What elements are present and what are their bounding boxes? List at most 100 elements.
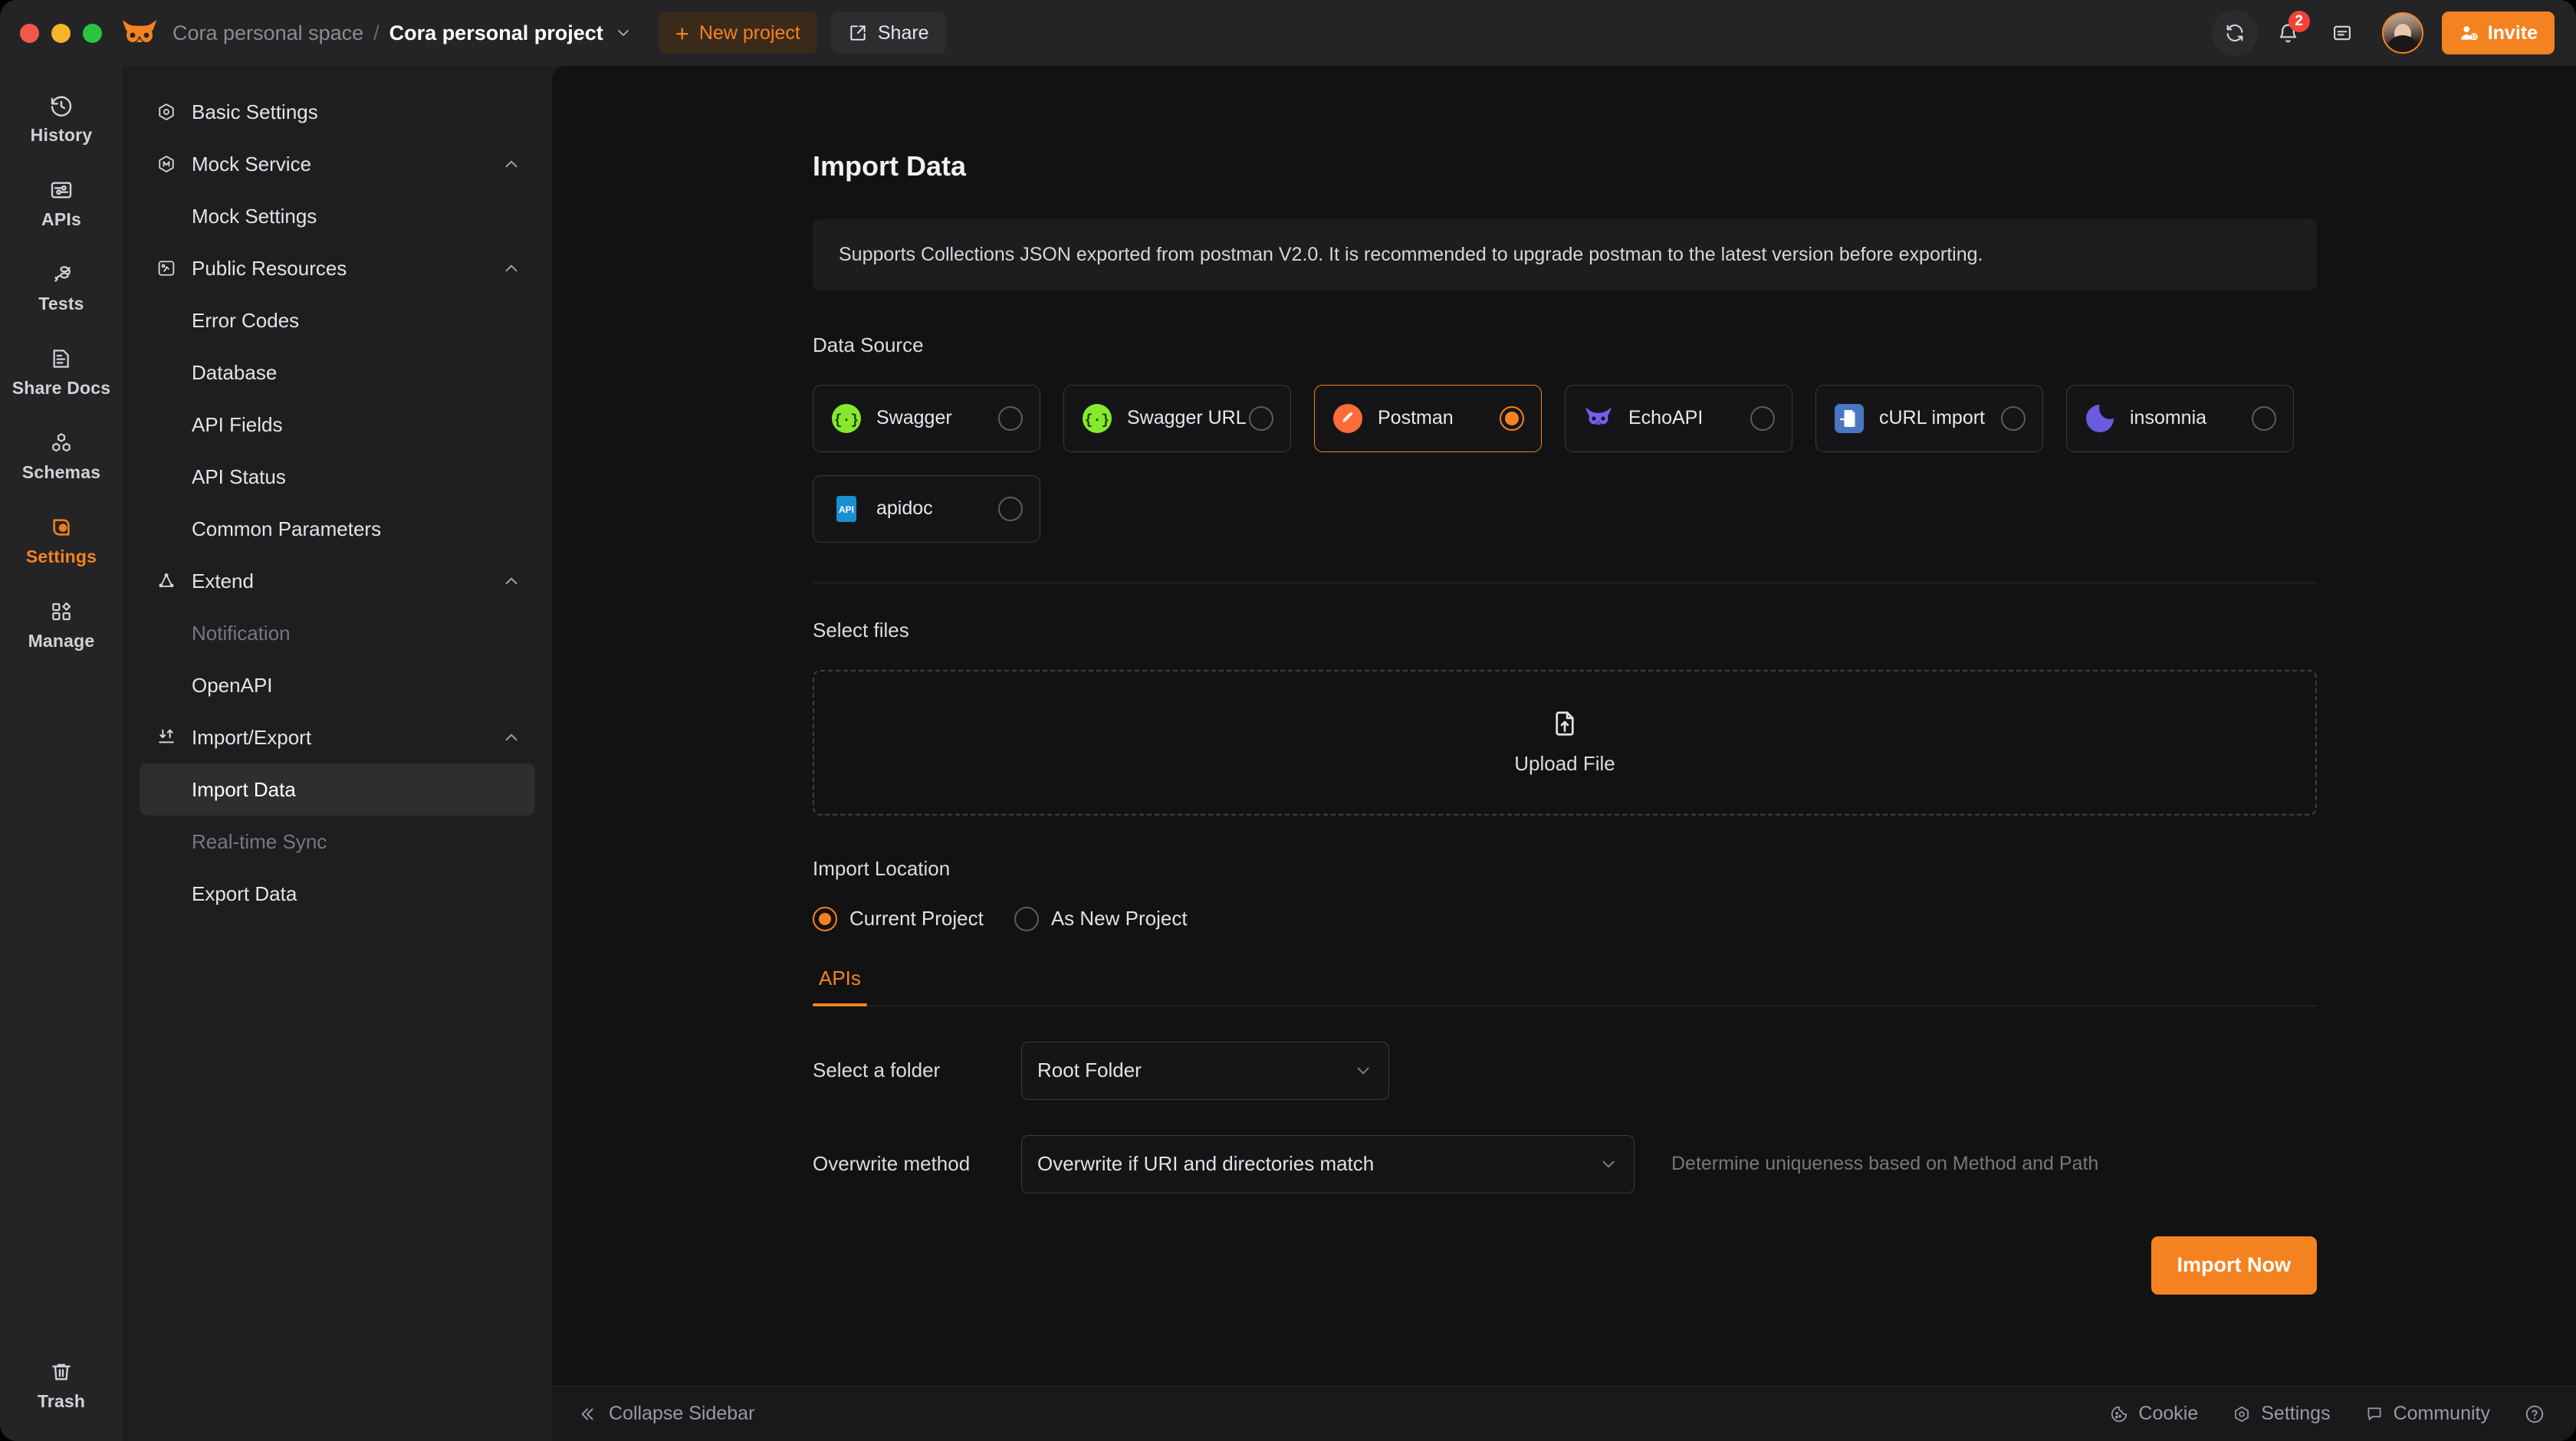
folder-select[interactable]: Root Folder (1021, 1041, 1389, 1100)
insomnia-icon (2084, 402, 2116, 435)
docs-panel-button[interactable] (2319, 10, 2365, 56)
rail-label-trash: Trash (37, 1391, 86, 1411)
data-source-radio-echoapi[interactable] (1750, 405, 1775, 431)
collapse-sidebar-button[interactable]: Collapse Sidebar (577, 1403, 754, 1425)
breadcrumb-space[interactable]: Cora personal space (172, 21, 363, 45)
cookie-icon (2109, 1404, 2129, 1424)
sidebar-item-openapi[interactable]: OpenAPI (140, 659, 535, 711)
chevron-down-icon[interactable] (616, 25, 631, 41)
import-button-row: Import Now (813, 1236, 2317, 1295)
data-source-radio-swagger[interactable] (998, 405, 1023, 431)
sidebar-label-export-data: Export Data (192, 881, 297, 905)
sidebar-label-notification: Notification (192, 621, 291, 645)
sidebar-item-common-parameters[interactable]: Common Parameters (140, 503, 535, 555)
radio-as-new-project-label: As New Project (1050, 907, 1188, 930)
sidebar-label-extend: Extend (192, 569, 254, 592)
footer-item-cookie[interactable]: Cookie (2109, 1403, 2198, 1425)
manage-shapes-icon (49, 599, 74, 624)
share-button[interactable]: Share (830, 12, 946, 54)
radio-current-project-label: Current Project (849, 907, 984, 930)
postman-icon (1332, 402, 1364, 435)
data-source-card-swagger[interactable]: {·} Swagger (813, 384, 1040, 452)
sidebar-item-export-data[interactable]: Export Data (140, 868, 535, 920)
chevron-down-icon (1598, 1154, 1618, 1174)
footer-item-settings[interactable]: Settings (2232, 1403, 2331, 1425)
collapse-sidebar-label: Collapse Sidebar (609, 1403, 755, 1424)
import-export-icon (153, 727, 179, 748)
data-source-radio-curl-import[interactable] (2001, 405, 2026, 431)
data-source-card-postman[interactable]: Postman (1314, 384, 1542, 452)
data-source-card-insomnia[interactable]: insomnia (2066, 384, 2294, 452)
rail-item-manage[interactable]: Manage (8, 589, 115, 661)
data-source-radio-postman[interactable] (1500, 405, 1524, 431)
data-source-name-curl-import: cURL import (1879, 407, 1985, 428)
data-source-card-apidoc[interactable]: API apidoc (813, 474, 1040, 543)
sidebar-item-public-resources[interactable]: Public Resources (140, 242, 535, 294)
data-source-radio-swagger-url[interactable] (1249, 405, 1273, 431)
content-inner: Import Data Supports Collections JSON ex… (813, 150, 2317, 1295)
data-source-card-echoapi[interactable]: EchoAPI (1565, 384, 1792, 452)
rail-item-trash[interactable]: Trash (8, 1349, 115, 1421)
rail-item-schemas[interactable]: Schemas (8, 420, 115, 492)
sidebar-item-real-time-sync[interactable]: Real-time Sync (140, 816, 535, 868)
breadcrumb-project[interactable]: Cora personal project (389, 21, 603, 45)
sidebar-item-mock-settings[interactable]: Mock Settings (140, 190, 535, 242)
sidebar-item-api-fields[interactable]: API Fields (140, 399, 535, 451)
data-source-radio-apidoc[interactable] (998, 496, 1023, 521)
rail-label-manage: Manage (28, 631, 95, 651)
data-source-radio-insomnia[interactable] (2252, 405, 2276, 431)
data-source-name-apidoc: apidoc (876, 497, 933, 519)
rail-item-history[interactable]: History (8, 83, 115, 155)
sidebar-item-notification[interactable]: Notification (140, 607, 535, 659)
data-source-card-curl-import[interactable]: cURL import (1815, 384, 2043, 452)
sidebar-item-import-export[interactable]: Import/Export (140, 711, 535, 763)
chevron-up-icon[interactable] (501, 258, 521, 278)
sidebar-item-error-codes[interactable]: Error Codes (140, 294, 535, 346)
close-window-button[interactable] (20, 23, 39, 43)
sidebar-item-api-status[interactable]: API Status (140, 451, 535, 503)
breadcrumb-separator: / (373, 21, 380, 44)
rail-item-apis[interactable]: APIs (8, 167, 115, 239)
footer-item-help[interactable] (2524, 1403, 2545, 1425)
overwrite-select[interactable]: Overwrite if URI and directories match (1021, 1134, 1635, 1193)
gear-hexagon-icon (2232, 1404, 2252, 1424)
avatar[interactable] (2381, 12, 2423, 54)
data-source-name-swagger: Swagger (876, 407, 952, 428)
chevron-up-icon[interactable] (501, 154, 521, 174)
rail-item-share-docs[interactable]: Share Docs (8, 336, 115, 408)
data-source-name-echoapi: EchoAPI (1628, 407, 1704, 428)
sidebar-item-mock-service[interactable]: Mock Service (140, 138, 535, 190)
tab-apis[interactable]: APIs (813, 967, 867, 1006)
rail-item-settings[interactable]: Settings (8, 504, 115, 576)
rail-item-tests[interactable]: Tests (8, 251, 115, 323)
chevron-up-icon[interactable] (501, 727, 521, 747)
overwrite-hint: Determine uniqueness based on Method and… (1671, 1153, 2099, 1174)
rail-label-tests: Tests (38, 294, 84, 313)
minimize-window-button[interactable] (51, 23, 71, 43)
sidebar-label-real-time-sync: Real-time Sync (192, 829, 327, 853)
sidebar-label-mock-settings: Mock Settings (192, 204, 317, 228)
zoom-window-button[interactable] (83, 23, 102, 43)
chevron-up-icon[interactable] (501, 571, 521, 591)
upload-dropzone[interactable]: Upload File (813, 669, 2317, 816)
invite-button[interactable]: Invite (2441, 11, 2555, 54)
rail-label-settings: Settings (25, 547, 97, 566)
chevron-down-icon (1353, 1061, 1373, 1081)
echoapi-owl-icon (1582, 402, 1615, 435)
refresh-button[interactable] (2211, 10, 2258, 56)
owl-logo-icon (119, 18, 160, 48)
import-now-button[interactable]: Import Now (2150, 1236, 2317, 1295)
sidebar-item-import-data[interactable]: Import Data (140, 763, 535, 816)
sidebar-item-basic-settings[interactable]: Basic Settings (140, 86, 535, 138)
notifications-button[interactable]: 2 (2266, 10, 2312, 56)
title-bar: Cora personal space / Cora personal proj… (0, 0, 2576, 66)
radio-as-new-project[interactable]: As New Project (1014, 906, 1188, 931)
new-project-button[interactable]: + New project (658, 12, 817, 54)
sidebar-item-database[interactable]: Database (140, 346, 535, 399)
public-resources-icon (153, 258, 179, 279)
footer-item-community[interactable]: Community (2364, 1403, 2490, 1425)
radio-current-project[interactable]: Current Project (813, 906, 984, 931)
sidebar-item-extend[interactable]: Extend (140, 555, 535, 607)
data-source-card-swagger-url[interactable]: {·} Swagger URL (1063, 384, 1291, 452)
app-window: Cora personal space / Cora personal proj… (0, 0, 2576, 1441)
